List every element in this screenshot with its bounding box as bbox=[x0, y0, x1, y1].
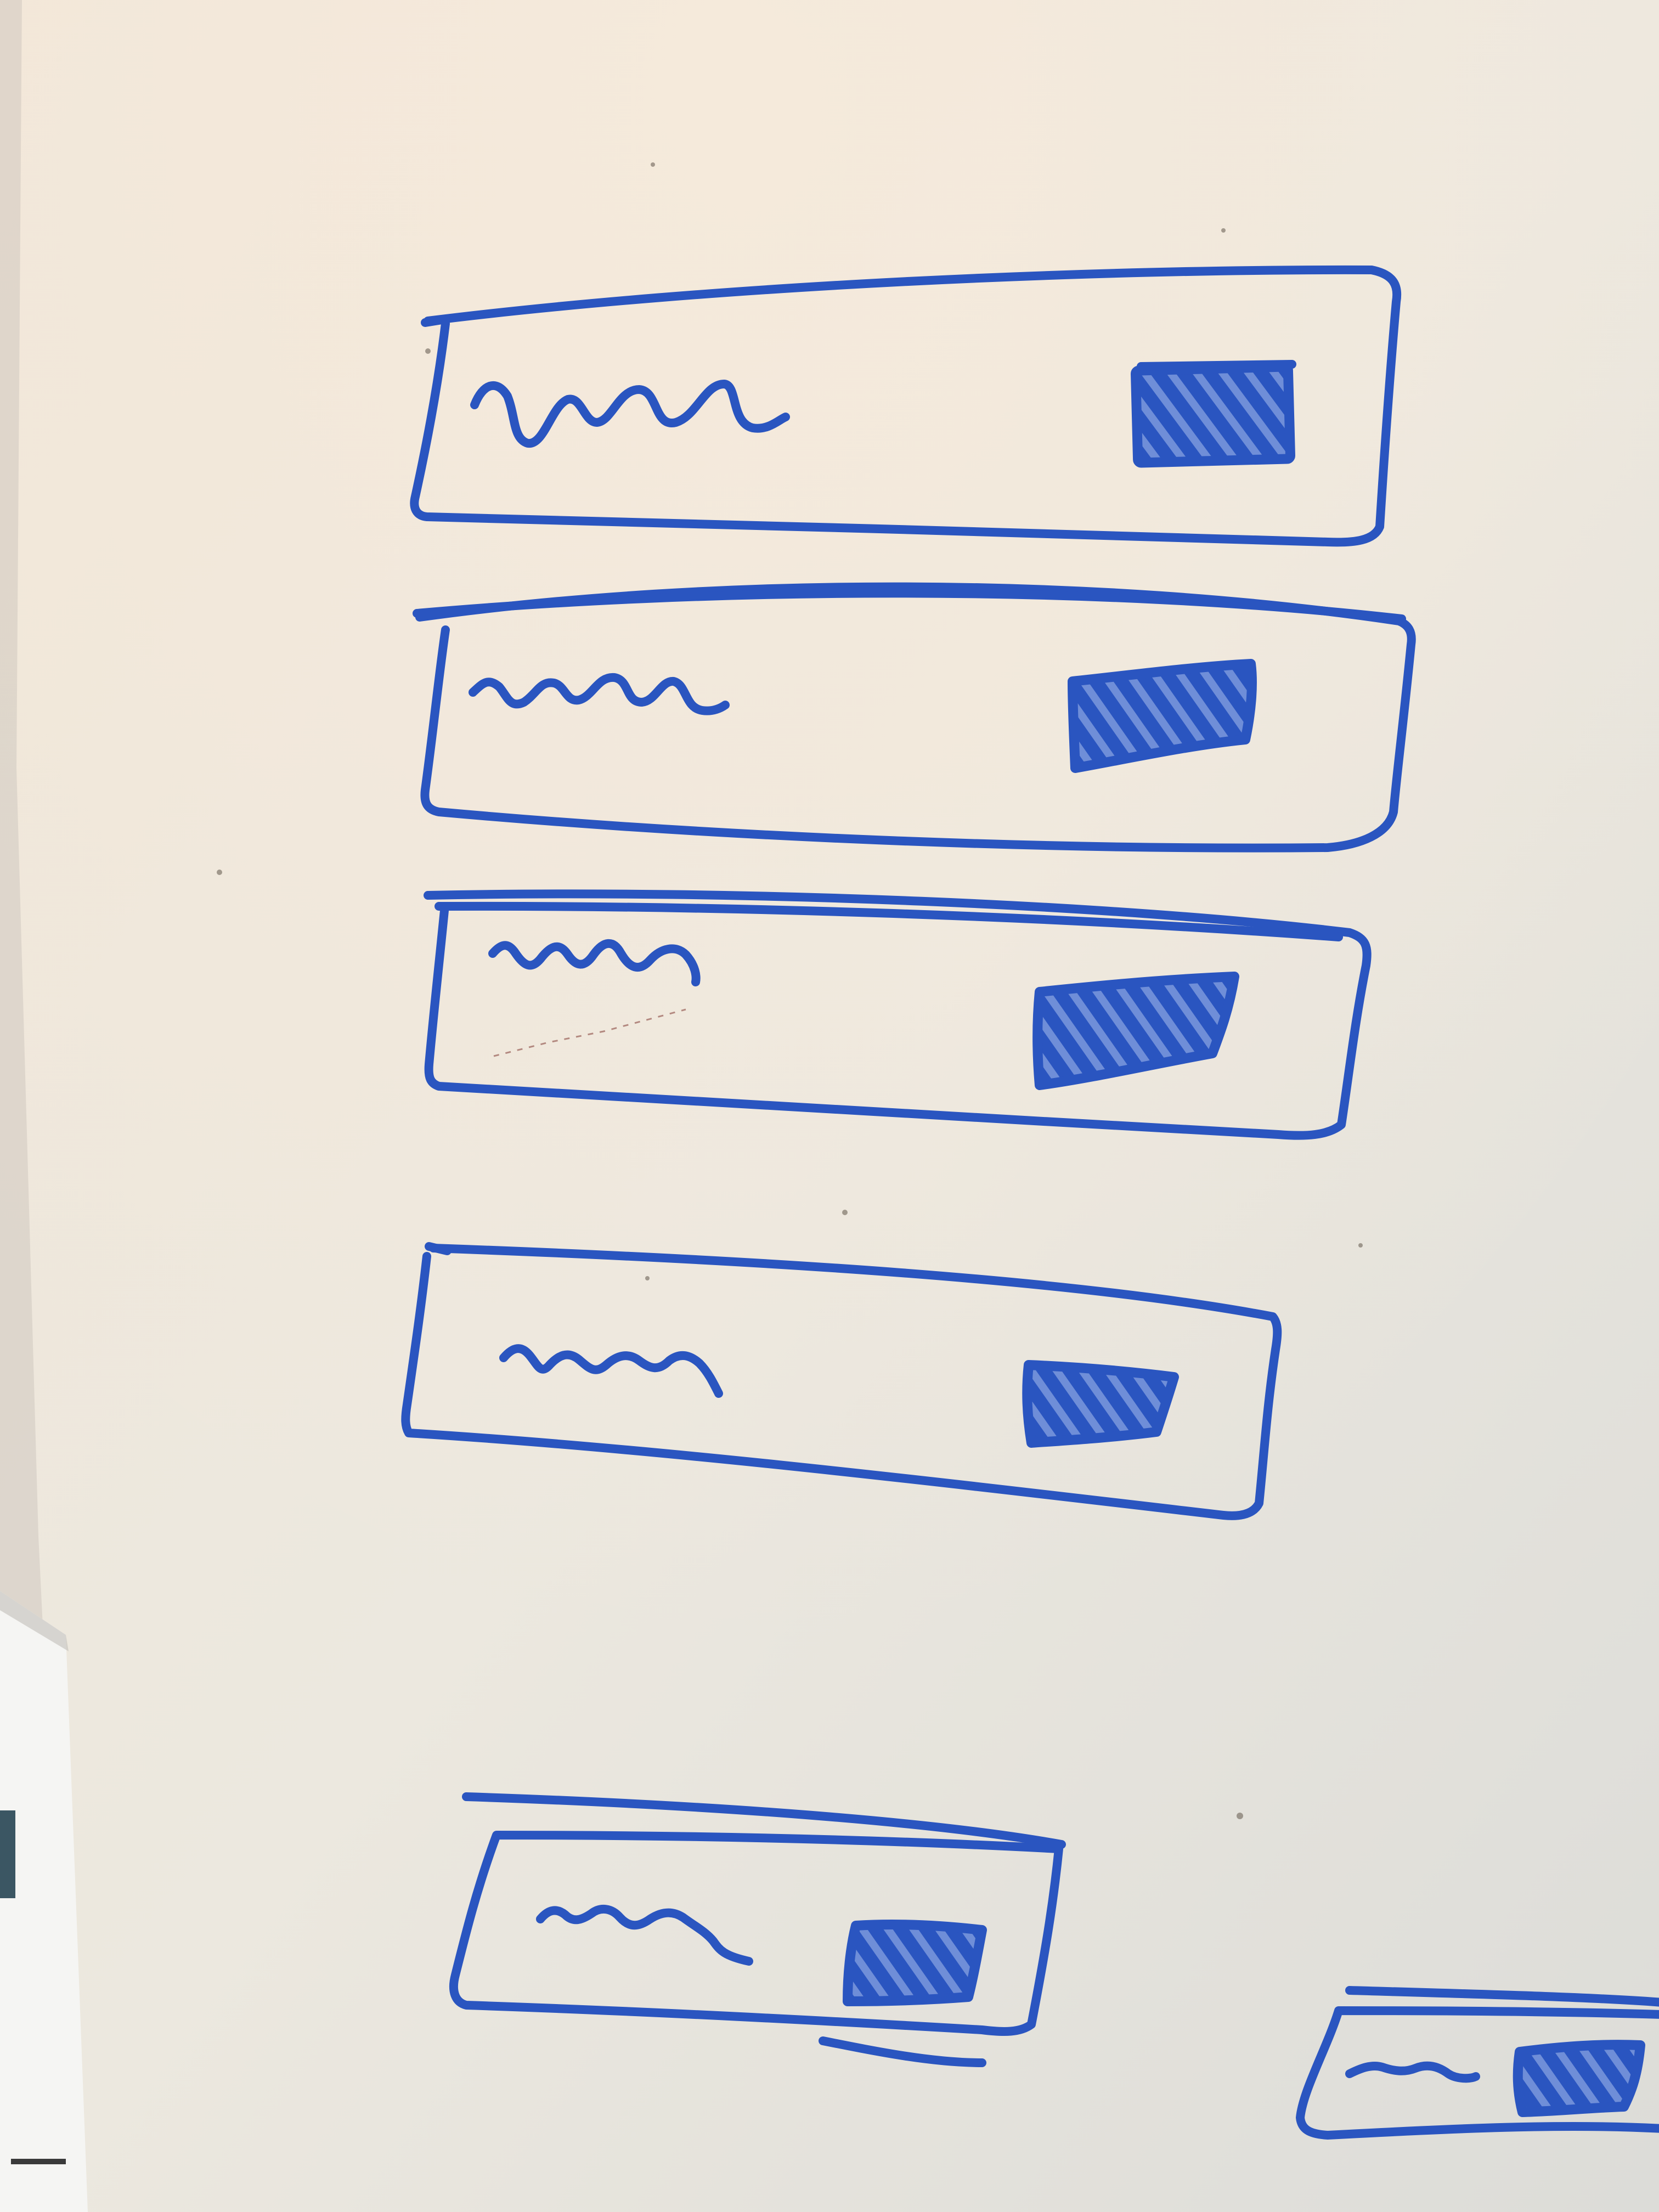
whiteboard bbox=[0, 0, 1659, 2212]
list-item-top-tail bbox=[425, 1242, 452, 1255]
thumbnail-tail bbox=[1137, 360, 1296, 371]
thumbnail-image bbox=[1131, 362, 1295, 468]
thumbnail-image bbox=[1022, 1360, 1179, 1448]
thumbnail-image bbox=[843, 1920, 987, 2006]
list-item-top-tail bbox=[421, 315, 450, 327]
paper-mark bbox=[11, 2159, 66, 2164]
thumbnail-image bbox=[1513, 2040, 1645, 2117]
paper-dark-strip bbox=[0, 1810, 15, 1898]
